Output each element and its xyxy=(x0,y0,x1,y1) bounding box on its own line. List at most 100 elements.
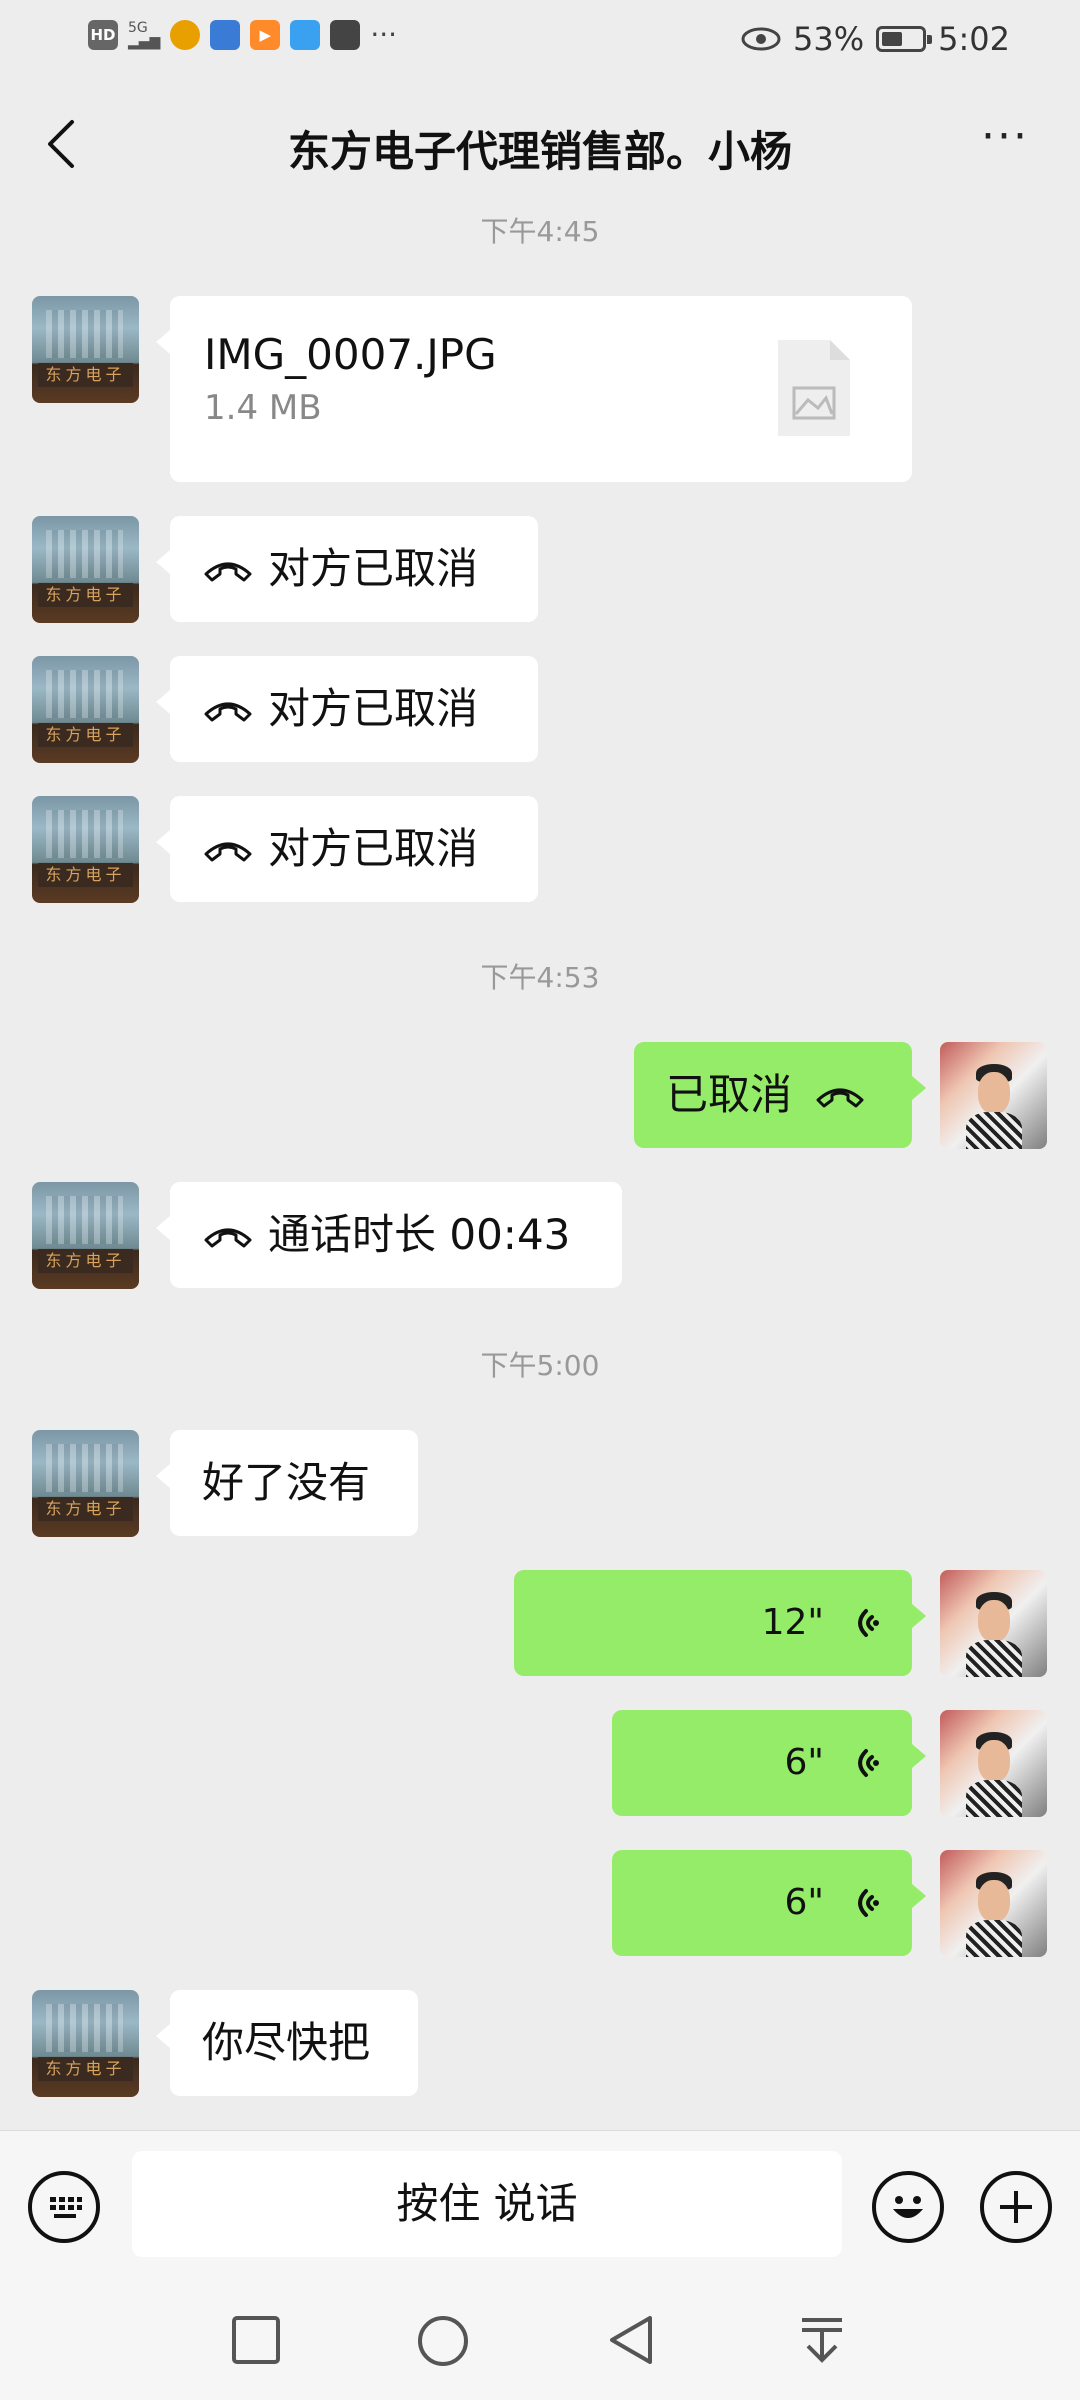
keyboard-icon[interactable] xyxy=(28,2171,100,2243)
more-notifications-icon: ··· xyxy=(370,18,398,51)
my-avatar[interactable] xyxy=(940,1850,1047,1957)
contact-avatar[interactable]: 东方电子 xyxy=(32,516,139,623)
avatar-sign: 东方电子 xyxy=(38,2057,133,2081)
file-message[interactable]: IMG_0007.JPG 1.4 MB xyxy=(156,296,912,482)
status-bar-left: HD 5G ▂▄▆ ▶ ··· xyxy=(88,18,397,51)
voice-duration: 12" xyxy=(761,1602,824,1643)
cloud-icon xyxy=(290,19,321,50)
system-navigation-bar xyxy=(0,2280,1080,2400)
avatar-face xyxy=(978,1740,1010,1782)
call-text: 对方已取消 xyxy=(268,544,479,593)
avatar-building xyxy=(46,310,123,358)
text-message[interactable]: 你尽快把 xyxy=(156,1990,418,2096)
voice-duration: 6" xyxy=(784,1882,824,1923)
square-nav-icon[interactable] xyxy=(230,2314,282,2366)
hold-to-talk-button[interactable]: 按住 说话 xyxy=(132,2151,842,2257)
avatar-building xyxy=(46,1196,123,1244)
signal-icon: 5G ▂▄▆ xyxy=(128,19,161,50)
avatar-shirt xyxy=(966,1640,1022,1677)
my-avatar[interactable] xyxy=(940,1710,1047,1817)
avatar-sign: 东方电子 xyxy=(38,723,133,747)
avatar-face xyxy=(978,1880,1010,1922)
avatar-building xyxy=(46,530,123,578)
message-text: 你尽快把 xyxy=(202,2018,371,2067)
voice-message[interactable]: 12" xyxy=(514,1570,926,1676)
mail-icon xyxy=(330,19,361,50)
shield-icon xyxy=(210,19,241,50)
voice-wave-icon xyxy=(858,1889,879,1917)
video-app-icon: ▶ xyxy=(250,19,281,50)
hd-icon: HD xyxy=(88,19,118,50)
call-text: 对方已取消 xyxy=(268,824,479,873)
avatar-sign: 东方电子 xyxy=(38,363,133,387)
emoji-glyph xyxy=(893,2196,923,2218)
eye-icon xyxy=(741,27,781,51)
my-avatar[interactable] xyxy=(940,1042,1047,1149)
my-avatar[interactable] xyxy=(940,1570,1047,1677)
avatar-sign: 东方电子 xyxy=(38,1497,133,1521)
avatar-building xyxy=(46,810,123,858)
voice-wave-icon xyxy=(858,1609,879,1637)
phone-hangup-icon xyxy=(204,702,252,722)
battery-percent: 53% xyxy=(793,20,865,58)
phone-hangup-icon xyxy=(204,562,252,582)
network-label: 5G xyxy=(128,19,148,36)
file-name: IMG_0007.JPG xyxy=(204,330,497,379)
avatar-face xyxy=(978,1072,1010,1114)
more-icon[interactable]: ··· xyxy=(970,115,1040,162)
avatar-building xyxy=(46,1444,123,1492)
avatar-face xyxy=(978,1600,1010,1642)
weibo-icon xyxy=(170,19,201,50)
keyboard-glyph xyxy=(50,2197,82,2218)
status-bar: HD 5G ▂▄▆ ▶ ··· 53% 5:02 xyxy=(0,0,1080,80)
hd-label: HD xyxy=(90,25,116,44)
avatar-shirt xyxy=(966,1920,1022,1957)
outgoing-call-message[interactable]: 已取消 xyxy=(634,1042,926,1148)
timestamp: 下午5:00 xyxy=(480,1349,600,1382)
contact-avatar[interactable]: 东方电子 xyxy=(32,296,139,403)
phone-hangup-icon xyxy=(204,1228,252,1248)
avatar-building xyxy=(46,2004,123,2052)
call-duration-message[interactable]: 通话时长 00:43 xyxy=(156,1182,622,1288)
voice-message[interactable]: 6" xyxy=(612,1710,926,1816)
avatar-shirt xyxy=(966,1112,1022,1149)
chat-header: 东方电子代理销售部。小杨 ··· xyxy=(0,84,1080,204)
call-text: 通话时长 00:43 xyxy=(268,1210,571,1259)
voice-message[interactable]: 6" xyxy=(612,1850,926,1956)
call-text: 对方已取消 xyxy=(268,684,479,733)
message-text: 好了没有 xyxy=(202,1458,371,1507)
avatar-shirt xyxy=(966,1780,1022,1817)
down-nav-icon[interactable] xyxy=(796,2314,848,2366)
avatar-sign: 东方电子 xyxy=(38,863,133,887)
emoji-icon[interactable] xyxy=(872,2171,944,2243)
timestamp: 下午4:45 xyxy=(480,215,600,248)
timestamp: 下午4:53 xyxy=(480,961,600,994)
avatar-building xyxy=(46,670,123,718)
avatar-sign: 东方电子 xyxy=(38,1249,133,1273)
phone-hangup-icon xyxy=(816,1088,864,1108)
contact-avatar[interactable]: 东方电子 xyxy=(32,1182,139,1289)
chat-title: 东方电子代理销售部。小杨 xyxy=(287,127,792,176)
contact-avatar[interactable]: 东方电子 xyxy=(32,1990,139,2097)
home-nav-icon[interactable] xyxy=(416,2314,470,2368)
avatar-sign: 东方电子 xyxy=(38,583,133,607)
voice-wave-icon xyxy=(858,1749,879,1777)
phone-hangup-icon xyxy=(204,842,252,862)
file-size: 1.4 MB xyxy=(204,388,322,428)
plus-icon[interactable] xyxy=(980,2171,1052,2243)
clock: 5:02 xyxy=(938,20,1010,58)
plus-glyph xyxy=(1000,2191,1032,2223)
call-message[interactable]: 对方已取消 xyxy=(156,516,538,622)
battery-icon xyxy=(876,26,933,52)
call-message[interactable]: 对方已取消 xyxy=(156,796,538,902)
call-message[interactable]: 对方已取消 xyxy=(156,656,538,762)
contact-avatar[interactable]: 东方电子 xyxy=(32,656,139,763)
text-message[interactable]: 好了没有 xyxy=(156,1430,418,1536)
back-nav-icon[interactable] xyxy=(606,2314,658,2366)
contact-avatar[interactable]: 东方电子 xyxy=(32,796,139,903)
call-text: 已取消 xyxy=(666,1070,793,1119)
battery-fill xyxy=(882,32,903,46)
file-image-icon xyxy=(778,340,850,436)
status-bar-right: 53% 5:02 xyxy=(741,20,1010,58)
contact-avatar[interactable]: 东方电子 xyxy=(32,1430,139,1537)
